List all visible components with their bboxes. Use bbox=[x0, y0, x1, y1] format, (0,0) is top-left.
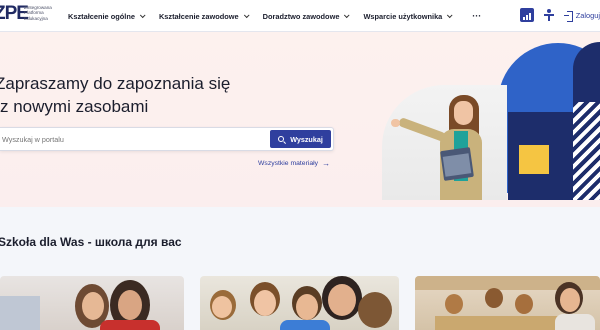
school-section: Szkoła dla Was - школа для вас bbox=[0, 207, 600, 330]
decor-stripes bbox=[573, 102, 600, 200]
top-navigation-bar: ZPE Zintegrowana Platforma Edukacyjna Ks… bbox=[0, 0, 600, 32]
chevron-down-icon bbox=[447, 12, 453, 19]
teacher-photo bbox=[382, 85, 507, 200]
hero-title-line-1: Zapraszamy do zapoznania się bbox=[0, 74, 231, 93]
hero-illustration bbox=[380, 42, 600, 207]
search-bar: Wyszukaj bbox=[0, 127, 334, 151]
person-icon[interactable] bbox=[543, 9, 554, 21]
chevron-down-icon bbox=[344, 12, 350, 19]
article-card-1[interactable] bbox=[0, 276, 184, 330]
main-menu: Kształcenie ogólne Kształcenie zawodowe … bbox=[68, 0, 481, 32]
login-label: Zaloguj bbox=[575, 10, 600, 20]
all-materials-link[interactable]: Wszystkie materiały → bbox=[258, 159, 330, 168]
hero-title-line-2: z nowymi zasobami bbox=[0, 97, 149, 116]
all-materials-label: Wszystkie materiały bbox=[258, 160, 319, 167]
menu-item-doradztwo-zawodowe[interactable]: Doradztwo zawodowe bbox=[262, 11, 350, 21]
search-button[interactable]: Wyszukaj bbox=[270, 130, 331, 148]
section-title: Szkoła dla Was - школа для вас bbox=[0, 235, 182, 249]
search-icon bbox=[278, 136, 285, 142]
menu-item-label: Doradztwo zawodowe bbox=[262, 11, 340, 21]
menu-item-wsparcie-uzytkownika[interactable]: Wsparcie użytkownika bbox=[363, 11, 453, 21]
menu-item-label: Wsparcie użytkownika bbox=[363, 11, 443, 21]
article-card-2[interactable] bbox=[200, 276, 399, 330]
arrow-right-icon: → bbox=[322, 159, 331, 168]
search-input[interactable] bbox=[0, 128, 266, 150]
more-menu-button[interactable]: ··· bbox=[472, 11, 481, 21]
hero-title: Zapraszamy do zapoznania się z nowymi za… bbox=[0, 72, 230, 118]
logo-text: Zintegrowana Platforma Edukacyjna bbox=[24, 5, 52, 21]
logo[interactable]: ZPE Zintegrowana Platforma Edukacyjna bbox=[0, 3, 70, 27]
chevron-down-icon bbox=[139, 12, 146, 19]
accessibility-icon[interactable] bbox=[519, 8, 534, 22]
menu-item-label: Kształcenie ogólne bbox=[68, 11, 135, 21]
chevron-down-icon bbox=[243, 12, 250, 19]
decor-yellow-square bbox=[519, 145, 549, 174]
login-icon bbox=[563, 10, 573, 22]
hero-section: Zapraszamy do zapoznania się z nowymi za… bbox=[0, 32, 600, 207]
menu-item-label: Kształcenie zawodowe bbox=[158, 11, 239, 21]
article-card-3[interactable] bbox=[415, 276, 600, 330]
menu-item-ksztalcenie-ogolne[interactable]: Kształcenie ogólne bbox=[68, 11, 146, 21]
search-button-label: Wyszukaj bbox=[290, 134, 323, 144]
menu-item-ksztalcenie-zawodowe[interactable]: Kształcenie zawodowe bbox=[158, 11, 250, 21]
header-tools: Zaloguj bbox=[519, 8, 600, 22]
login-button[interactable]: Zaloguj bbox=[563, 10, 600, 22]
